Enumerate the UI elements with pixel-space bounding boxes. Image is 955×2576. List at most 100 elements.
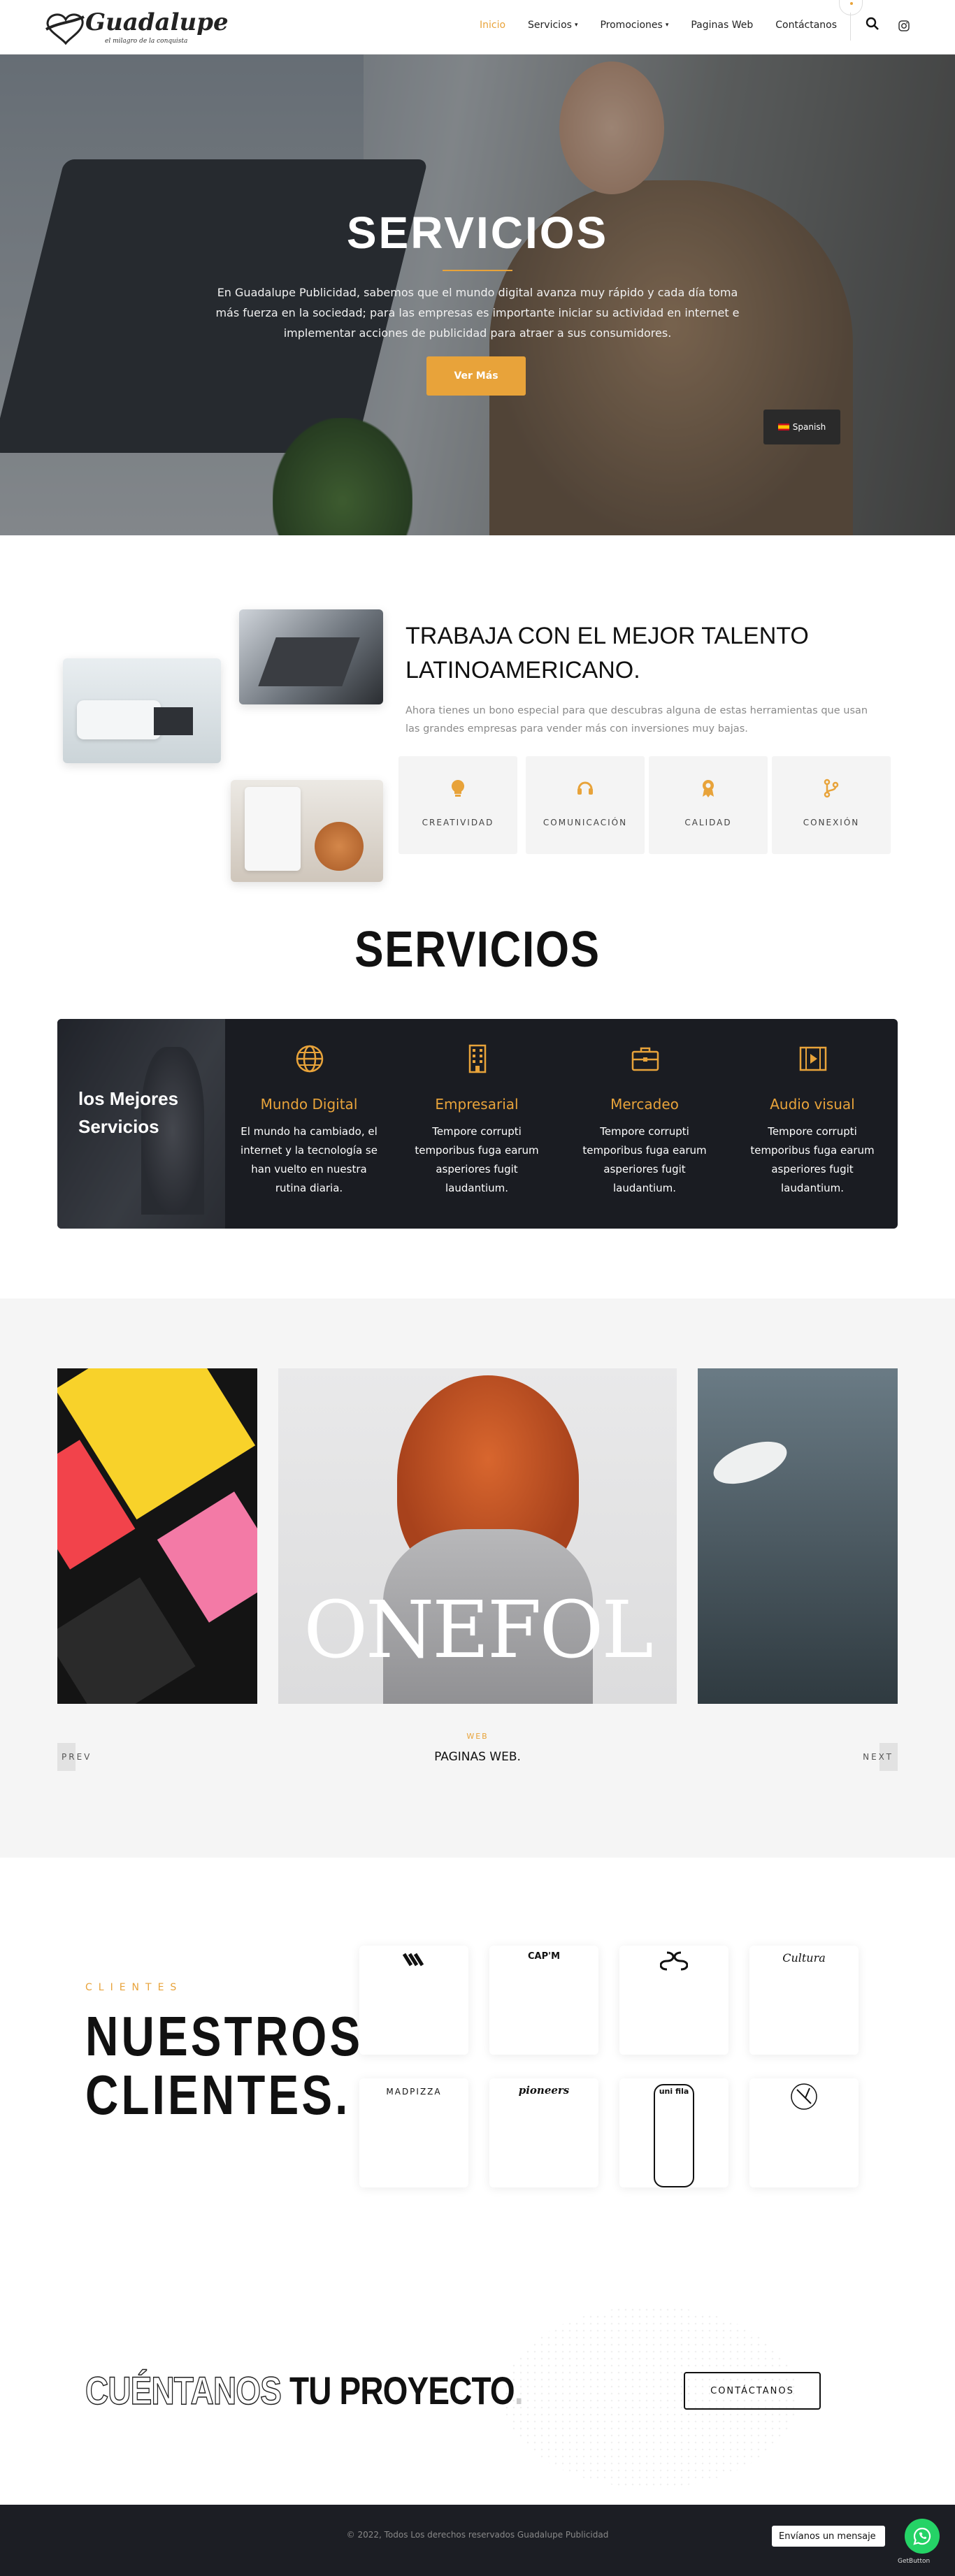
nav-item-servicios[interactable]: Servicios ▾ — [517, 20, 589, 31]
service-title: Mundo Digital — [260, 1096, 358, 1113]
nav-label: Promociones — [600, 20, 663, 31]
cta-solid-text: TU PROYECTO — [289, 2368, 515, 2412]
clients-title-line2: CLIENTES. — [85, 2064, 351, 2126]
feature-conexion: CONEXIÓN — [772, 756, 891, 854]
service-text: Tempore corrupti temporibus fuga earum a… — [582, 1125, 707, 1194]
globe-icon — [296, 1045, 324, 1073]
branch-icon — [824, 779, 839, 798]
hero-title: SERVICIOS — [346, 208, 609, 258]
logo-name: Guadalupe — [85, 8, 229, 36]
nav-label: Contáctanos — [775, 20, 838, 31]
service-empresarial: Empresarial Tempore corrupti temporibus … — [393, 1019, 561, 1229]
talent-text: Ahora tienes un bono especial para que d… — [405, 705, 868, 735]
search-icon[interactable] — [866, 17, 879, 31]
cta-outline-word: CUÉNTANOS — [85, 2368, 282, 2413]
site-header: Guadalupe el milagro de la conquista Ini… — [0, 0, 955, 55]
photo-cat — [231, 780, 383, 882]
film-icon — [799, 1046, 827, 1071]
feature-comunicacion: COMUNICACIÓN — [526, 756, 645, 854]
services-side-title: los Mejores Servicios — [78, 1088, 179, 1137]
service-text: Tempore corrupti temporibus fuga earum a… — [750, 1125, 875, 1194]
client-logo-5[interactable]: MADPIZZA — [359, 2078, 468, 2187]
client-logo-text: MADPIZZA — [386, 2087, 442, 2097]
feature-label: CONEXIÓN — [803, 818, 860, 827]
talent-title: TRABAJA CON EL MEJOR TALENTO LATINOAMERI… — [405, 623, 809, 683]
circle-logo-icon — [791, 2083, 817, 2110]
service-title: Audio visual — [770, 1096, 855, 1113]
logo-tagline: el milagro de la conquista — [105, 38, 188, 45]
chevron-down-icon: ▾ — [665, 22, 669, 29]
whatsapp-label[interactable]: Envíanos un mensaje — [772, 2526, 885, 2547]
nav-item-promociones[interactable]: Promociones ▾ — [589, 20, 680, 31]
services-side-image: los Mejores Servicios — [57, 1019, 225, 1229]
service-mercadeo: Mercadeo Tempore corrupti temporibus fug… — [561, 1019, 728, 1229]
spain-flag-icon — [777, 424, 789, 430]
clients-title: NUESTROS CLIENTES. — [85, 2007, 363, 2125]
slide-center[interactable]: ONEFOL — [278, 1368, 677, 1704]
hero-banner: SERVICIOS En Guadalupe Publicidad, sabem… — [0, 55, 955, 535]
nav-item-paginas-web[interactable]: Paginas Web — [680, 20, 764, 31]
nav-item-inicio[interactable]: Inicio — [468, 20, 517, 31]
lightbulb-icon — [451, 780, 465, 797]
slide-right[interactable] — [698, 1368, 898, 1704]
client-logo-text: CAP'M — [527, 1951, 561, 1962]
building-icon — [468, 1044, 487, 1073]
stripes-logo-icon — [402, 1953, 424, 1967]
carousel-next-button[interactable]: NEXT — [856, 1743, 898, 1771]
slide-category: WEB — [466, 1732, 489, 1741]
whatsapp-button[interactable] — [905, 2519, 940, 2554]
instagram-icon[interactable] — [898, 20, 910, 32]
hero-text: En Guadalupe Publicidad, sabemos que el … — [215, 286, 740, 340]
service-title: Empresarial — [435, 1096, 519, 1113]
photo-laptop-hands — [239, 609, 383, 704]
header-pin-decoration — [839, 0, 863, 15]
cta-title: CUÉNTANOS TU PROYECTO. — [85, 2368, 523, 2413]
main-nav: Inicio Servicios ▾ Promociones ▾ Paginas W… — [468, 20, 848, 31]
feature-label: COMUNICACIÓN — [543, 818, 628, 827]
client-logo-3[interactable] — [619, 1946, 728, 2055]
slide-title[interactable]: PAGINAS WEB. — [0, 1750, 955, 1764]
feature-label: CALIDAD — [684, 818, 732, 827]
nav-item-contactanos[interactable]: Contáctanos — [764, 20, 848, 31]
client-logo-7[interactable]: uni fila — [619, 2078, 728, 2187]
client-logo-4[interactable]: Cultura — [749, 1946, 859, 2055]
service-mundo-digital: Mundo Digital El mundo ha cambiado, el i… — [225, 1019, 393, 1229]
client-logo-8[interactable] — [749, 2078, 859, 2187]
clients-title-line1: NUESTROS — [85, 2005, 364, 2067]
service-text: Tempore corrupti temporibus fuga earum a… — [415, 1125, 539, 1194]
service-title: Mercadeo — [610, 1096, 679, 1113]
client-logo-text: uni fila — [653, 2084, 695, 2187]
photo-living-room — [63, 658, 221, 763]
services-title: SERVICIOS — [354, 922, 601, 978]
hero-divider — [443, 270, 512, 271]
logo-heart-icon — [45, 13, 85, 45]
contactanos-button[interactable]: CONTÁCTANOS — [684, 2372, 821, 2410]
nav-label: Servicios — [528, 20, 572, 31]
feature-label: CREATIVIDAD — [422, 818, 494, 827]
clients-label: CLIENTES — [85, 1982, 183, 1993]
logo[interactable]: Guadalupe el milagro de la conquista — [45, 7, 229, 49]
client-logo-text: Cultura — [782, 1951, 826, 1964]
client-logo-text: pioneers — [518, 2084, 570, 2097]
service-audio-visual: Audio visual Tempore corrupti temporibus… — [728, 1019, 896, 1229]
getbutton-brand: GetButton — [898, 2558, 931, 2565]
client-logo-6[interactable]: pioneers — [489, 2078, 598, 2187]
headset-icon — [577, 781, 593, 795]
briefcase-icon — [631, 1047, 659, 1071]
portfolio-carousel: ONEFOL PREV WEB PAGINAS WEB. NEXT — [0, 1298, 955, 1858]
language-label: Spanish — [792, 422, 826, 432]
feature-creatividad: CREATIVIDAD — [398, 756, 517, 854]
service-text: El mundo ha cambiado, el internet y la t… — [240, 1125, 378, 1194]
ver-mas-button[interactable]: Ver Más — [426, 356, 526, 396]
nav-label: Inicio — [480, 20, 506, 31]
feature-calidad: CALIDAD — [649, 756, 768, 854]
client-logo-2[interactable]: CAP'M — [489, 1946, 598, 2055]
chevron-down-icon: ▾ — [574, 22, 578, 29]
slide-overlay-text: ONEFOL — [303, 1585, 653, 1676]
services-panel: los Mejores Servicios Mundo Digital El m… — [57, 1019, 898, 1229]
language-switcher[interactable]: Spanish — [763, 410, 840, 444]
nav-divider — [850, 13, 851, 41]
knot-logo-icon — [660, 1951, 688, 1971]
client-logo-1[interactable] — [359, 1946, 468, 2055]
slide-left[interactable] — [57, 1368, 257, 1704]
